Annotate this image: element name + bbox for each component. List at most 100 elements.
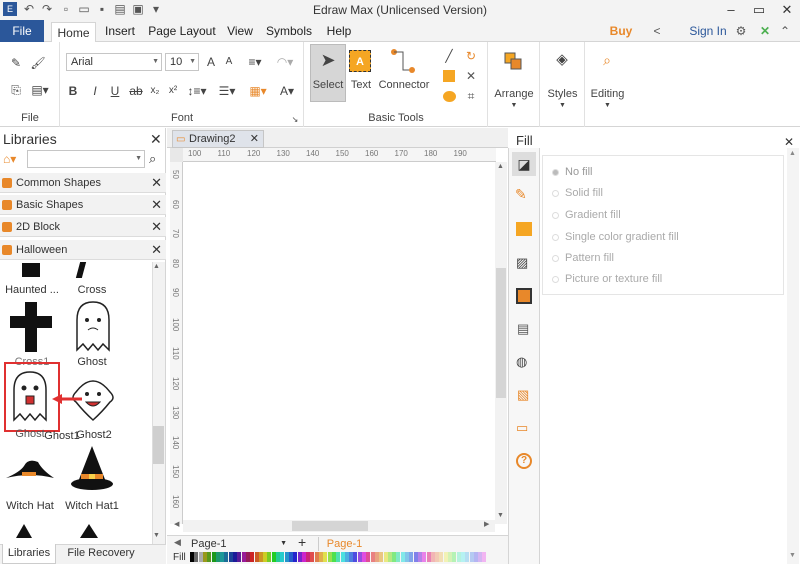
align-icon[interactable]: ≡▾ xyxy=(244,54,266,70)
witch-hat1-shape[interactable] xyxy=(70,444,114,494)
minimize-button[interactable]: – xyxy=(718,1,744,19)
page-nav-icon[interactable]: ◀ xyxy=(174,537,181,548)
text-background-icon[interactable]: ▦▾ xyxy=(246,83,270,99)
connector-icon[interactable] xyxy=(391,49,415,73)
export-icon[interactable]: ▣ xyxy=(131,2,145,16)
arc-tool-icon[interactable]: ↻ xyxy=(463,48,479,64)
scroll-left-icon[interactable]: ◀ xyxy=(174,520,179,528)
page-panel-icon[interactable]: ▤ xyxy=(517,321,529,337)
scroll-up-icon[interactable]: ▲ xyxy=(789,150,796,157)
tab-help[interactable]: Help xyxy=(322,20,356,42)
editing-button[interactable]: Editing xyxy=(585,88,630,100)
line-panel-icon[interactable]: ✎ xyxy=(515,186,527,203)
editing-search-icon[interactable]: ⌕ xyxy=(598,52,616,68)
image-panel-icon[interactable]: ▨ xyxy=(516,255,528,271)
cross1-shape[interactable] xyxy=(10,302,52,352)
close-library-icon[interactable]: ✕ xyxy=(151,240,162,260)
copy-icon[interactable]: ⎘ xyxy=(8,82,24,98)
italic-icon[interactable]: I xyxy=(88,83,102,99)
save-icon[interactable]: ▪ xyxy=(95,2,109,16)
library-common-shapes[interactable]: Common Shapes ✕ xyxy=(0,173,166,193)
hyperlink-globe-icon[interactable]: ◍ xyxy=(516,354,527,370)
bullets-icon[interactable]: ☰▾ xyxy=(214,83,240,99)
paste-special-icon[interactable]: ▤▾ xyxy=(30,82,50,98)
arrange-button[interactable]: Arrange xyxy=(488,88,540,100)
maximize-button[interactable]: ▭ xyxy=(746,1,772,19)
scroll-down-icon[interactable]: ▼ xyxy=(153,532,160,539)
library-basic-shapes[interactable]: Basic Shapes ✕ xyxy=(0,195,166,215)
share-icon[interactable]: < xyxy=(650,20,664,42)
grow-font-icon[interactable]: A xyxy=(204,54,218,70)
superscript-icon[interactable]: x² xyxy=(166,83,180,99)
drawing-page[interactable] xyxy=(183,162,496,520)
libraries-scroll-thumb[interactable] xyxy=(153,426,164,464)
fill-option-solid[interactable]: Solid fill xyxy=(552,187,603,199)
cross-tool-icon[interactable]: ✕ xyxy=(463,68,479,84)
scroll-right-icon[interactable]: ▶ xyxy=(484,520,489,528)
color-palette[interactable] xyxy=(190,552,490,563)
fill-option-single-color-gradient[interactable]: Single color gradient fill xyxy=(552,231,679,243)
home-icon[interactable]: ⌂▾ xyxy=(3,152,23,166)
collapse-ribbon-icon[interactable]: ⌃ xyxy=(778,20,792,42)
canvas-hscroll-thumb[interactable] xyxy=(292,521,368,531)
close-libraries-icon[interactable]: ✕ xyxy=(150,131,162,148)
color-swatch[interactable] xyxy=(482,552,487,562)
line-spacing-icon[interactable]: ↕≡▾ xyxy=(184,83,210,99)
fill-option-picture[interactable]: Picture or texture fill xyxy=(552,273,662,285)
settings-gear-icon[interactable]: ⚙ xyxy=(732,20,750,42)
font-size-select[interactable]: 10 ▼ xyxy=(165,53,199,71)
scroll-down-icon[interactable]: ▼ xyxy=(497,512,504,519)
close-library-icon[interactable]: ✕ xyxy=(151,195,162,215)
curve-icon[interactable]: ◠▾ xyxy=(272,54,298,70)
ghost-shape[interactable] xyxy=(73,300,113,352)
fill-panel-icon[interactable]: ◪ xyxy=(512,152,536,176)
canvas-vscroll-thumb[interactable] xyxy=(496,268,506,398)
scroll-down-icon[interactable]: ▼ xyxy=(789,552,796,559)
close-library-icon[interactable]: ✕ xyxy=(151,217,162,237)
tab-home[interactable]: Home xyxy=(51,22,96,43)
text-label[interactable]: Text xyxy=(346,79,376,91)
format-painter-icon[interactable]: 🖌 xyxy=(30,55,46,71)
bold-icon[interactable]: B xyxy=(66,83,80,99)
page-tab[interactable]: Page-1 xyxy=(318,537,370,551)
close-library-icon[interactable]: ✕ xyxy=(151,173,162,193)
library-2d-block[interactable]: 2D Block ✕ xyxy=(0,217,166,237)
crop-tool-icon[interactable]: ⌗ xyxy=(463,88,479,104)
library-search-input[interactable]: ▼ xyxy=(27,150,145,168)
document-tab[interactable]: ▭ Drawing2 ✕ xyxy=(172,130,264,148)
search-icon[interactable]: ⌕ xyxy=(149,151,156,167)
line-tool-icon[interactable]: ╱ xyxy=(441,48,457,64)
rectangle-tool-icon[interactable] xyxy=(443,70,455,82)
font-color-icon[interactable]: A▾ xyxy=(276,83,298,99)
comment-icon[interactable]: ▭ xyxy=(516,420,528,436)
font-family-select[interactable]: Arial ▼ xyxy=(66,53,162,71)
haunted-house-shape[interactable] xyxy=(22,263,40,277)
tab-insert[interactable]: Insert xyxy=(101,20,139,42)
apps-icon[interactable]: ✕ xyxy=(758,20,772,42)
close-fill-panel-icon[interactable]: ✕ xyxy=(784,135,794,149)
fill-option-no-fill[interactable]: No fill xyxy=(552,166,593,178)
shrink-font-icon[interactable]: A xyxy=(222,54,236,70)
fill-panel-scrollbar[interactable] xyxy=(787,148,799,564)
buy-now-link[interactable]: Buy Now xyxy=(596,20,646,60)
layer-panel-icon[interactable] xyxy=(516,288,532,304)
undo-icon[interactable]: ↶ xyxy=(22,2,36,16)
styles-button[interactable]: Styles xyxy=(540,88,585,100)
font-dialog-launcher-icon[interactable]: ↘ xyxy=(290,112,300,128)
file-recovery-tab[interactable]: File Recovery xyxy=(66,544,136,564)
close-tab-icon[interactable]: ✕ xyxy=(250,131,259,147)
library-halloween[interactable]: Halloween ✕ xyxy=(0,240,166,260)
open-icon[interactable]: ▭ xyxy=(77,2,91,16)
help-icon[interactable]: ? xyxy=(516,453,532,469)
connector-label[interactable]: Connector xyxy=(378,79,430,91)
tab-symbols[interactable]: Symbols xyxy=(264,20,314,42)
underline-icon[interactable]: U xyxy=(108,83,122,99)
close-window-button[interactable]: ✕ xyxy=(774,1,800,19)
arrange-icon[interactable] xyxy=(504,52,522,70)
sign-in-link[interactable]: Sign In xyxy=(688,20,728,42)
redo-icon[interactable]: ↷ xyxy=(40,2,54,16)
fill-option-pattern[interactable]: Pattern fill xyxy=(552,252,614,264)
libraries-scrollbar[interactable] xyxy=(152,262,165,544)
ghost-shape-selected[interactable] xyxy=(10,370,50,422)
scroll-up-icon[interactable]: ▲ xyxy=(497,163,504,170)
